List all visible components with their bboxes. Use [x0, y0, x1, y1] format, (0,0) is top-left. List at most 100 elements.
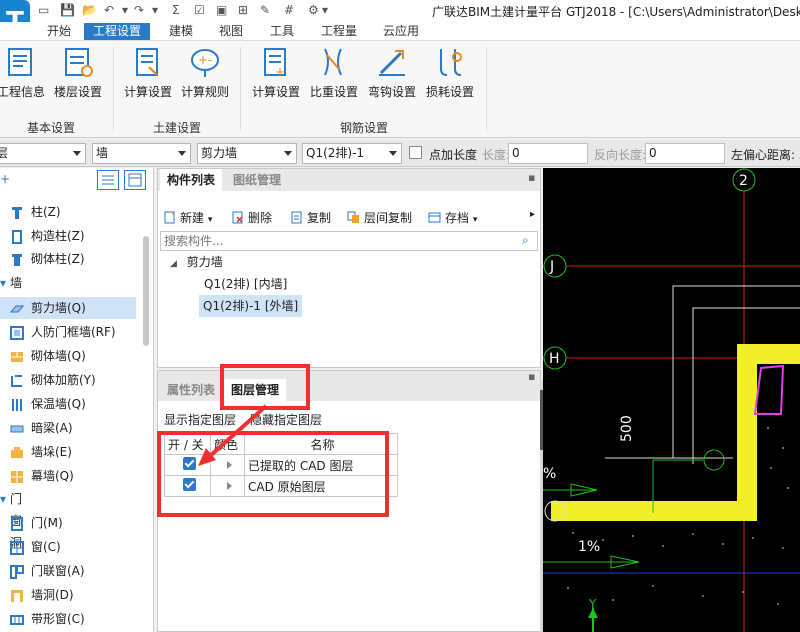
tab-property-list[interactable]: 属性列表: [160, 379, 222, 401]
component-select[interactable]: Q1(2排)-1: [302, 143, 402, 164]
nav-item-masonry-wall[interactable]: 砌体墙(Q): [0, 345, 136, 367]
ribbon-separator: [240, 47, 241, 131]
save-icon[interactable]: 💾: [60, 3, 75, 17]
grid-view-icon[interactable]: [124, 170, 146, 190]
nav-item-shear-wall[interactable]: 剪力墙(Q): [0, 297, 136, 319]
civil-defense-wall-icon: [10, 325, 24, 340]
customize-icon[interactable]: ▾: [322, 3, 328, 17]
floor-settings-button[interactable]: 楼层设置: [49, 45, 107, 100]
reverse-length-input[interactable]: 0: [645, 143, 725, 164]
delete-icon: [231, 211, 244, 224]
tab-view[interactable]: 视图: [210, 23, 252, 40]
sum-icon[interactable]: Σ: [172, 3, 180, 17]
nav-item-door-window[interactable]: 门联窗(A): [0, 560, 136, 582]
undo-icon[interactable]: ↶: [104, 3, 114, 17]
expand-icon: ▾: [0, 492, 7, 506]
copy-icon: [290, 211, 303, 224]
pin-icon[interactable]: ▪: [528, 171, 535, 184]
tab-component-list[interactable]: 构件列表: [160, 169, 223, 191]
report-icon[interactable]: ☑: [194, 3, 205, 17]
nav-item-masonry-rebar[interactable]: 砌体加筋(Y): [0, 369, 136, 391]
grid-icon[interactable]: #: [284, 3, 294, 17]
hook-settings-button[interactable]: 弯钩设置: [363, 45, 421, 100]
civil-calc-settings-button[interactable]: 计算设置: [119, 45, 177, 100]
tab-quantity[interactable]: 工程量: [312, 23, 366, 40]
new-button[interactable]: 新建 ▾: [163, 209, 212, 226]
archive-icon: [428, 211, 441, 224]
project-info-button[interactable]: 工程信息: [0, 45, 50, 100]
nav-item-hidden-beam[interactable]: 暗梁(A): [0, 417, 136, 439]
length-label: 长度:: [482, 148, 511, 162]
edit-icon[interactable]: ✎: [260, 3, 270, 17]
point-length-checkbox[interactable]: [409, 146, 422, 159]
tab-project-settings[interactable]: 工程设置: [84, 23, 151, 40]
tree-item[interactable]: Q1(2排) [内墙]: [202, 273, 289, 295]
view-icon[interactable]: ▣: [216, 3, 227, 17]
nav-item-door[interactable]: 门(M): [0, 512, 136, 534]
layout-icon[interactable]: ⊞: [238, 3, 248, 17]
floor-select[interactable]: 首层: [0, 143, 86, 164]
dropdown-icon[interactable]: ▾: [122, 3, 128, 17]
dropdown-icon[interactable]: ▾: [152, 3, 158, 17]
nav-item-masonry-column[interactable]: 砌体柱(Z): [0, 248, 136, 270]
calc-settings-icon: [131, 45, 165, 79]
type-select[interactable]: 剪力墙: [197, 143, 297, 164]
tab-tools[interactable]: 工具: [261, 23, 303, 40]
project-info-icon: [4, 45, 38, 79]
nav-item-window[interactable]: 窗(C): [0, 536, 136, 558]
slope-label: 1%: [578, 539, 600, 555]
svg-text:+-: +-: [198, 53, 212, 67]
tree-root-shear-wall[interactable]: ◢ 剪力墙: [170, 251, 223, 273]
nav-item-insulation-wall[interactable]: 保温墙(Q): [0, 393, 136, 415]
rebar-calc-settings-button[interactable]: + 计算设置: [247, 45, 305, 100]
calc-rules-button[interactable]: +- 计算规则: [176, 45, 234, 100]
door-window-icon: [10, 564, 24, 579]
settings-icon[interactable]: ⚙: [308, 3, 319, 17]
cad-drawing-canvas[interactable]: 2 J H Y 500 % 1%: [543, 168, 800, 632]
nav-item-column[interactable]: 柱(Z): [0, 201, 136, 223]
delete-button[interactable]: 删除: [231, 209, 272, 226]
length-input[interactable]: 0: [508, 143, 588, 164]
tab-start[interactable]: 开始: [38, 23, 80, 40]
structural-column-icon: [10, 229, 24, 244]
nav-item-civil-defense-wall[interactable]: 人防门框墙(RF): [0, 321, 136, 343]
nav-item-curtain-wall[interactable]: 幕墙(Q): [0, 465, 136, 487]
more-icon[interactable]: ▸: [530, 209, 535, 220]
masonry-column-icon: [10, 252, 24, 266]
wall-pier-icon: [10, 445, 24, 459]
archive-button[interactable]: 存档 ▾: [428, 209, 477, 226]
menu-bar: 开始 工程设置 建模 视图 工具 工程量 云应用: [0, 22, 800, 41]
nav-item-wall-pier[interactable]: 墙垛(E): [0, 441, 136, 463]
cad-drawing: 2 J H Y 500 % 1%: [543, 168, 800, 632]
category-select[interactable]: 墙: [92, 143, 191, 164]
component-search-input[interactable]: 搜索构件...: [160, 231, 538, 251]
wall-opening-icon: [10, 588, 24, 602]
ribbon: 工程信息 楼层设置 计算设置 +- 计算规则 + 计算设置 比重设置 弯钩设置 …: [0, 41, 800, 138]
open-icon[interactable]: 📂: [82, 3, 97, 17]
tab-modeling[interactable]: 建模: [160, 23, 202, 40]
floor-copy-icon: [347, 211, 360, 224]
nav-item-wall-opening[interactable]: 墙洞(D): [0, 584, 136, 606]
loss-settings-button[interactable]: 损耗设置: [421, 45, 479, 100]
expand-icon: ▾: [0, 276, 7, 290]
weight-settings-button[interactable]: 比重设置: [305, 45, 363, 100]
collapse-icon[interactable]: +: [0, 172, 10, 186]
axis-label-y: Y: [588, 597, 597, 611]
pin-icon[interactable]: ▪: [528, 370, 535, 383]
nav-scrollbar[interactable]: [143, 236, 149, 346]
search-icon[interactable]: ⌕: [522, 233, 529, 248]
new-file-icon[interactable]: ▭: [38, 3, 49, 17]
component-nav-tree: + 柱(Z) 构造柱(Z) 砌体柱(Z) ▾ 墙 剪力墙(Q) 人防门框墙(RF…: [0, 168, 154, 632]
rebar-settings-icon: +: [259, 45, 293, 79]
masonry-wall-icon: [10, 349, 24, 363]
list-view-icon[interactable]: [97, 170, 119, 190]
loss-settings-icon: [433, 45, 467, 79]
nav-item-structural-column[interactable]: 构造柱(Z): [0, 225, 136, 247]
nav-item-strip-window[interactable]: 带形窗(C): [0, 608, 136, 630]
tab-cloud[interactable]: 云应用: [374, 23, 428, 40]
copy-button[interactable]: 复制: [290, 209, 331, 226]
tree-item-selected[interactable]: Q1(2排)-1 [外墙]: [199, 295, 303, 317]
tab-drawing-management[interactable]: 图纸管理: [226, 169, 289, 191]
floor-copy-button[interactable]: 层间复制: [347, 209, 412, 226]
redo-icon[interactable]: ↷: [134, 3, 144, 17]
